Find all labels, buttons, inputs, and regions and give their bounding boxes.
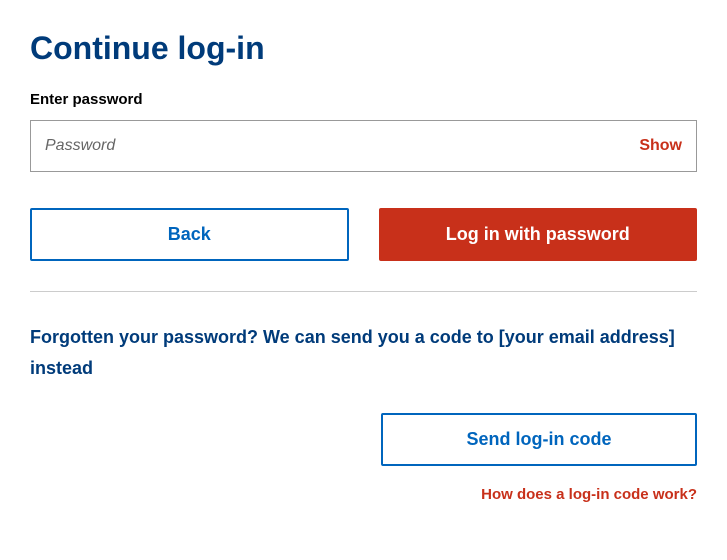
login-password-button[interactable]: Log in with password (379, 208, 698, 261)
password-input-wrapper: Show (30, 120, 697, 172)
page-title: Continue log-in (30, 30, 697, 67)
back-button[interactable]: Back (30, 208, 349, 261)
send-code-button[interactable]: Send log-in code (381, 413, 697, 466)
password-input[interactable] (31, 121, 625, 171)
divider (30, 291, 697, 292)
password-label: Enter password (30, 91, 697, 108)
help-row: How does a log-in code work? (30, 486, 697, 503)
button-row: Back Log in with password (30, 208, 697, 261)
show-password-toggle[interactable]: Show (625, 137, 696, 155)
help-link[interactable]: How does a log-in code work? (481, 486, 697, 503)
send-code-row: Send log-in code (30, 413, 697, 466)
forgot-password-text: Forgotten your password? We can send you… (30, 322, 697, 383)
